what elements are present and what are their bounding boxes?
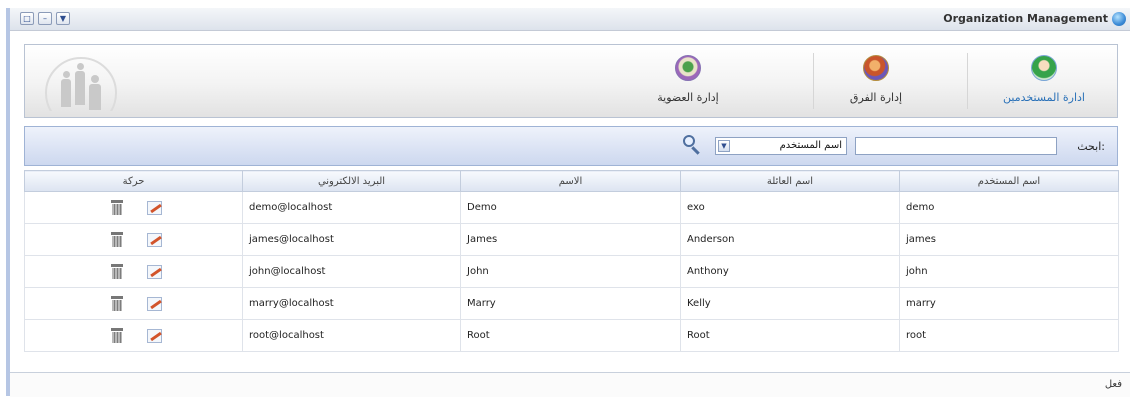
- restore-icon: □: [23, 14, 31, 23]
- cell-email: root@localhost: [242, 319, 461, 352]
- people-logo: [31, 49, 131, 111]
- search-field-select[interactable]: اسم المستخدم ▼: [715, 137, 847, 155]
- cell-first-name: James: [460, 223, 681, 256]
- edit-icon[interactable]: [146, 232, 162, 247]
- management-toolbar: إدارة العضوية إدارة الفرق ادارة المستخدم…: [24, 44, 1118, 118]
- minimize-icon: –: [43, 14, 47, 23]
- search-label: ابحث:: [1077, 140, 1105, 153]
- membership-icon: [675, 55, 701, 81]
- cell-actions: [24, 287, 243, 320]
- cell-last-name: Anderson: [680, 223, 900, 256]
- globe-icon: [1112, 12, 1126, 26]
- trash-icon[interactable]: [111, 200, 124, 215]
- table-row: james Anderson James james@localhost: [24, 223, 1119, 256]
- cell-username: john: [899, 255, 1119, 288]
- chevron-down-icon: ▼: [59, 14, 67, 23]
- tab-groups-label: إدارة الفرق: [849, 91, 903, 104]
- column-header-last-name[interactable]: اسم العائلة: [680, 170, 900, 192]
- table-header-row: اسم المستخدم اسم العائلة الاسم البريد ال…: [24, 170, 1119, 192]
- cell-username: root: [899, 319, 1119, 352]
- search-input[interactable]: [855, 137, 1057, 155]
- search-field-value: اسم المستخدم: [779, 140, 842, 151]
- tab-user-management[interactable]: ادارة المستخدمين: [969, 45, 1119, 117]
- trash-icon[interactable]: [111, 296, 124, 311]
- cell-actions: [24, 223, 243, 256]
- cell-username: marry: [899, 287, 1119, 320]
- table-row: root Root Root root@localhost: [24, 319, 1119, 352]
- trash-icon[interactable]: [111, 232, 124, 247]
- menu-button[interactable]: ▼: [56, 12, 70, 25]
- groups-icon: [863, 55, 889, 81]
- column-header-first-name[interactable]: الاسم: [460, 170, 681, 192]
- trash-icon[interactable]: [111, 328, 124, 343]
- trash-icon[interactable]: [111, 264, 124, 279]
- users-table: اسم المستخدم اسم العائلة الاسم البريد ال…: [24, 170, 1119, 352]
- table-row: demo exo Demo demo@localhost: [24, 191, 1119, 224]
- cell-first-name: John: [460, 255, 681, 288]
- tab-membership-label: إدارة العضوية: [657, 91, 719, 104]
- search-icon[interactable]: [681, 134, 703, 156]
- edit-icon[interactable]: [146, 264, 162, 279]
- status-text: فعل: [1104, 379, 1122, 390]
- edit-icon[interactable]: [146, 200, 162, 215]
- search-bar: ابحث: اسم المستخدم ▼: [24, 126, 1118, 166]
- table-row: john Anthony John john@localhost: [24, 255, 1119, 288]
- tab-group-management[interactable]: إدارة الفرق: [785, 45, 967, 117]
- cell-email: marry@localhost: [242, 287, 461, 320]
- column-header-username[interactable]: اسم المستخدم: [899, 170, 1119, 192]
- window-title: Organization Management: [943, 12, 1108, 25]
- cell-last-name: Root: [680, 319, 900, 352]
- cell-email: james@localhost: [242, 223, 461, 256]
- cell-actions: [24, 191, 243, 224]
- edit-icon[interactable]: [146, 328, 162, 343]
- restore-button[interactable]: □: [20, 12, 34, 25]
- cell-email: john@localhost: [242, 255, 461, 288]
- cell-email: demo@localhost: [242, 191, 461, 224]
- cell-actions: [24, 255, 243, 288]
- table-row: marry Kelly Marry marry@localhost: [24, 287, 1119, 320]
- chevron-down-icon[interactable]: ▼: [718, 140, 730, 152]
- cell-last-name: exo: [680, 191, 900, 224]
- edit-icon[interactable]: [146, 296, 162, 311]
- cell-first-name: Root: [460, 319, 681, 352]
- cell-actions: [24, 319, 243, 352]
- window-titlebar: □ – ▼ Organization Management: [10, 8, 1130, 31]
- column-header-action: حركة: [24, 170, 243, 192]
- minimize-button[interactable]: –: [38, 12, 52, 25]
- cell-first-name: Demo: [460, 191, 681, 224]
- cell-last-name: Kelly: [680, 287, 900, 320]
- tab-membership-management[interactable]: إدارة العضوية: [597, 45, 779, 117]
- column-header-email[interactable]: البريد الالكتروني: [242, 170, 461, 192]
- status-bar: فعل: [10, 372, 1130, 397]
- user-icon: [1031, 55, 1057, 81]
- cell-username: demo: [899, 191, 1119, 224]
- tab-divider: [967, 53, 968, 109]
- tab-users-label: ادارة المستخدمين: [1003, 91, 1085, 104]
- cell-first-name: Marry: [460, 287, 681, 320]
- cell-last-name: Anthony: [680, 255, 900, 288]
- cell-username: james: [899, 223, 1119, 256]
